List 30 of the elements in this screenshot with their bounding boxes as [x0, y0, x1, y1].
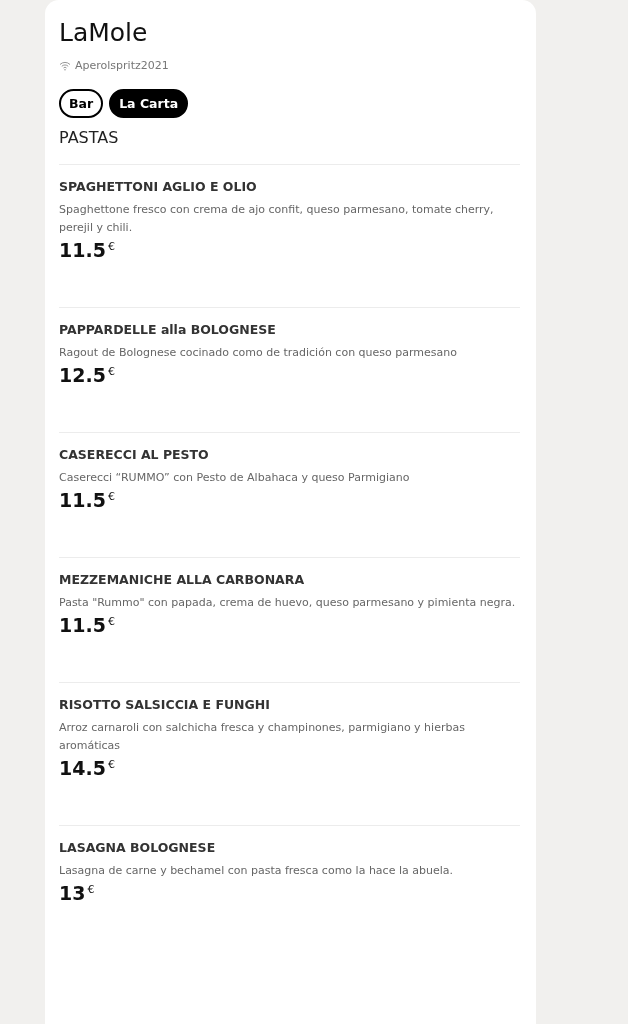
- section-title: PASTAS: [59, 128, 120, 147]
- dish-description: Spaghettone fresco con crema de ajo confit, queso parmesano, tomate cherry, perejil y chili.: [59, 202, 495, 236]
- dish-name: SPAGHETTONI AGLIO E OLIO: [59, 179, 258, 194]
- dish-name: MEZZEMANICHE ALLA CARBONARA: [59, 572, 306, 587]
- dish-name: PAPPARDELLE alla BOLOGNESE: [59, 322, 277, 337]
- currency-symbol: €: [87, 882, 95, 896]
- dish-description: Arroz carnaroli con salchicha fresca y champinones, parmigiano y hierbas aromáticas: [59, 720, 466, 754]
- dish-description: Pasta "Rummo" con papada, crema de huevo, queso parmesano y pimienta negra.: [59, 595, 517, 611]
- dish-description: Lasagna de carne y bechamel con pasta fresca como la hace la abuela.: [59, 863, 454, 879]
- venue-name: LaMole: [59, 17, 149, 49]
- dish-name: LASAGNA BOLOGNESE: [59, 840, 217, 855]
- dish-description: Caserecci “RUMMO” con Pesto de Albahaca y queso Parmigiano: [59, 470, 411, 486]
- wifi-icon: [59, 60, 71, 71]
- dish-name: RISOTTO SALSICCIA E FUNGHI: [59, 697, 271, 712]
- dish-price: 12.5: [59, 364, 106, 386]
- currency-symbol: €: [107, 757, 115, 771]
- dish-price: 11.5: [59, 614, 106, 636]
- menu-tab[interactable]: La Carta: [109, 89, 189, 118]
- dish-name: CASERECCI AL PESTO: [59, 447, 210, 462]
- dish-price: 13: [59, 882, 86, 904]
- dish-description: Ragout de Bolognese cocinado como de tradición con queso parmesano: [59, 345, 458, 361]
- currency-symbol: €: [107, 614, 115, 628]
- currency-symbol: €: [107, 364, 115, 378]
- currency-symbol: €: [107, 489, 115, 503]
- dish-price: 11.5: [59, 489, 106, 511]
- wifi-password: Aperolspritz2021: [75, 59, 169, 72]
- dish-price: 11.5: [59, 239, 106, 261]
- menu-tab[interactable]: Bar: [59, 89, 104, 118]
- dish-price: 14.5: [59, 757, 106, 779]
- currency-symbol: €: [107, 239, 115, 253]
